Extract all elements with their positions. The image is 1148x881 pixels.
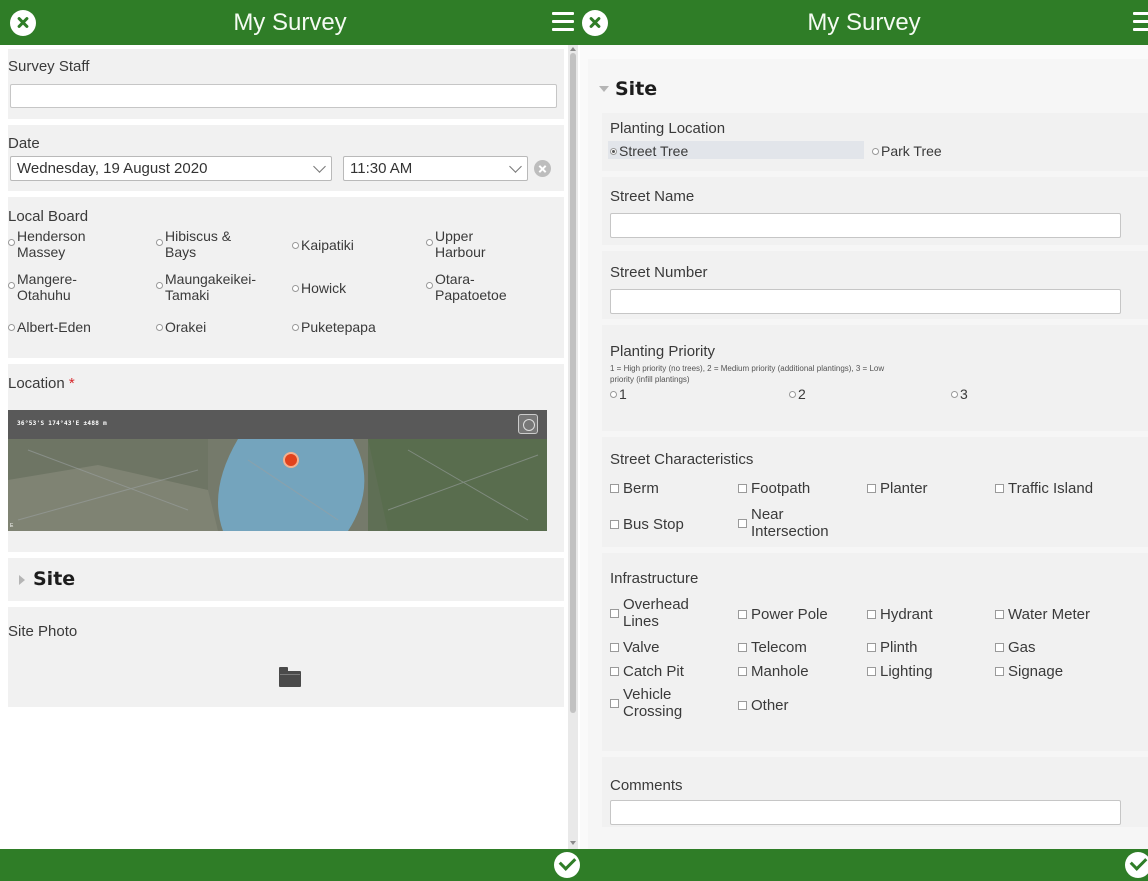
time-picker[interactable]: 11:30 AM bbox=[343, 156, 528, 181]
scroll-up-icon[interactable] bbox=[570, 47, 576, 51]
left-survey-panel: My Survey Survey Staff Date Wednesday, 1… bbox=[0, 0, 580, 881]
street-number-input[interactable] bbox=[610, 289, 1121, 314]
location-question: Location * 36°53'S 174°43'E ±488 m E bbox=[8, 364, 564, 552]
comments-input[interactable] bbox=[610, 800, 1121, 825]
title-bar: My Survey bbox=[0, 0, 580, 45]
local-board-question: Local Board Henderson Massey Hibiscus & Ba… bbox=[8, 197, 564, 358]
map-attribution: E bbox=[10, 523, 14, 529]
survey-staff-input[interactable] bbox=[10, 84, 557, 108]
scroll-thumb[interactable] bbox=[570, 53, 576, 713]
scroll-down-icon[interactable] bbox=[570, 841, 576, 845]
street-name-label: Street Name bbox=[610, 188, 695, 205]
site-group-title: Site bbox=[33, 568, 76, 590]
date-question: Date Wednesday, 19 August 2020 11:30 AM bbox=[8, 125, 564, 191]
submit-check-icon[interactable] bbox=[1125, 852, 1148, 878]
location-map[interactable]: 36°53'S 174°43'E ±488 m E bbox=[8, 410, 547, 531]
menu-icon[interactable] bbox=[1133, 12, 1148, 32]
comments-label: Comments bbox=[610, 777, 683, 794]
form-content: Site Planting Location Street Tree Park … bbox=[580, 45, 1148, 849]
form-content: Survey Staff Date Wednesday, 19 August 2… bbox=[0, 45, 580, 849]
street-characteristics-question: Street Characteristics Berm Footpath Pla… bbox=[602, 437, 1148, 547]
app-title: My Survey bbox=[807, 9, 921, 36]
expand-arrow-icon bbox=[19, 575, 25, 585]
infrastructure-label: Infrastructure bbox=[610, 570, 699, 587]
survey-staff-question: Survey Staff bbox=[8, 49, 564, 119]
location-label: Location * bbox=[8, 375, 75, 392]
collapse-arrow-icon[interactable] bbox=[599, 86, 609, 92]
folder-icon[interactable] bbox=[279, 667, 301, 687]
street-name-input[interactable] bbox=[610, 213, 1121, 238]
scrollbar[interactable] bbox=[568, 45, 578, 849]
right-survey-panel: My Survey Site Planting Location Street … bbox=[580, 0, 1148, 881]
clear-date-icon[interactable] bbox=[534, 160, 551, 177]
local-board-label: Local Board bbox=[8, 208, 89, 225]
site-group-collapsed[interactable]: Site bbox=[8, 558, 564, 601]
submit-check-icon[interactable] bbox=[554, 852, 580, 878]
comments-question: Comments bbox=[602, 757, 1148, 827]
date-value: Wednesday, 19 August 2020 bbox=[17, 160, 208, 177]
planting-priority-hint: 1 = High priority (no trees), 2 = Medium… bbox=[610, 364, 885, 384]
title-bar: My Survey bbox=[580, 0, 1148, 45]
map-coordinates: 36°53'S 174°43'E ±488 m bbox=[17, 420, 107, 427]
date-picker[interactable]: Wednesday, 19 August 2020 bbox=[10, 156, 332, 181]
planting-priority-question: Planting Priority 1 = High priority (no … bbox=[602, 325, 1148, 431]
locate-icon[interactable] bbox=[518, 414, 538, 434]
chevron-down-icon bbox=[509, 160, 522, 173]
footer-bar bbox=[0, 849, 580, 881]
site-group-title: Site bbox=[615, 78, 658, 100]
menu-icon[interactable] bbox=[552, 12, 574, 32]
planting-location-label: Planting Location bbox=[610, 120, 726, 137]
street-number-question: Street Number bbox=[602, 251, 1148, 319]
infrastructure-question: Infrastructure Overhead Lines Power Pole … bbox=[602, 553, 1148, 751]
site-photo-question: Site Photo bbox=[8, 607, 564, 707]
footer-bar bbox=[580, 849, 1148, 881]
street-number-label: Street Number bbox=[610, 264, 708, 281]
date-label: Date bbox=[8, 135, 40, 152]
survey-staff-label: Survey Staff bbox=[8, 58, 90, 75]
time-value: 11:30 AM bbox=[350, 160, 413, 177]
planting-location-question: Planting Location Street Tree Park Tree bbox=[602, 113, 1148, 171]
planting-priority-label: Planting Priority bbox=[610, 343, 716, 360]
chevron-down-icon bbox=[313, 160, 326, 173]
street-name-question: Street Name bbox=[602, 177, 1148, 245]
site-photo-label: Site Photo bbox=[8, 623, 78, 640]
required-marker: * bbox=[68, 375, 75, 392]
map-coordinate-bar: 36°53'S 174°43'E ±488 m bbox=[8, 410, 547, 439]
site-group-expanded: Site Planting Location Street Tree Park … bbox=[588, 59, 1148, 849]
street-characteristics-label: Street Characteristics bbox=[610, 451, 754, 468]
app-title: My Survey bbox=[233, 9, 347, 36]
